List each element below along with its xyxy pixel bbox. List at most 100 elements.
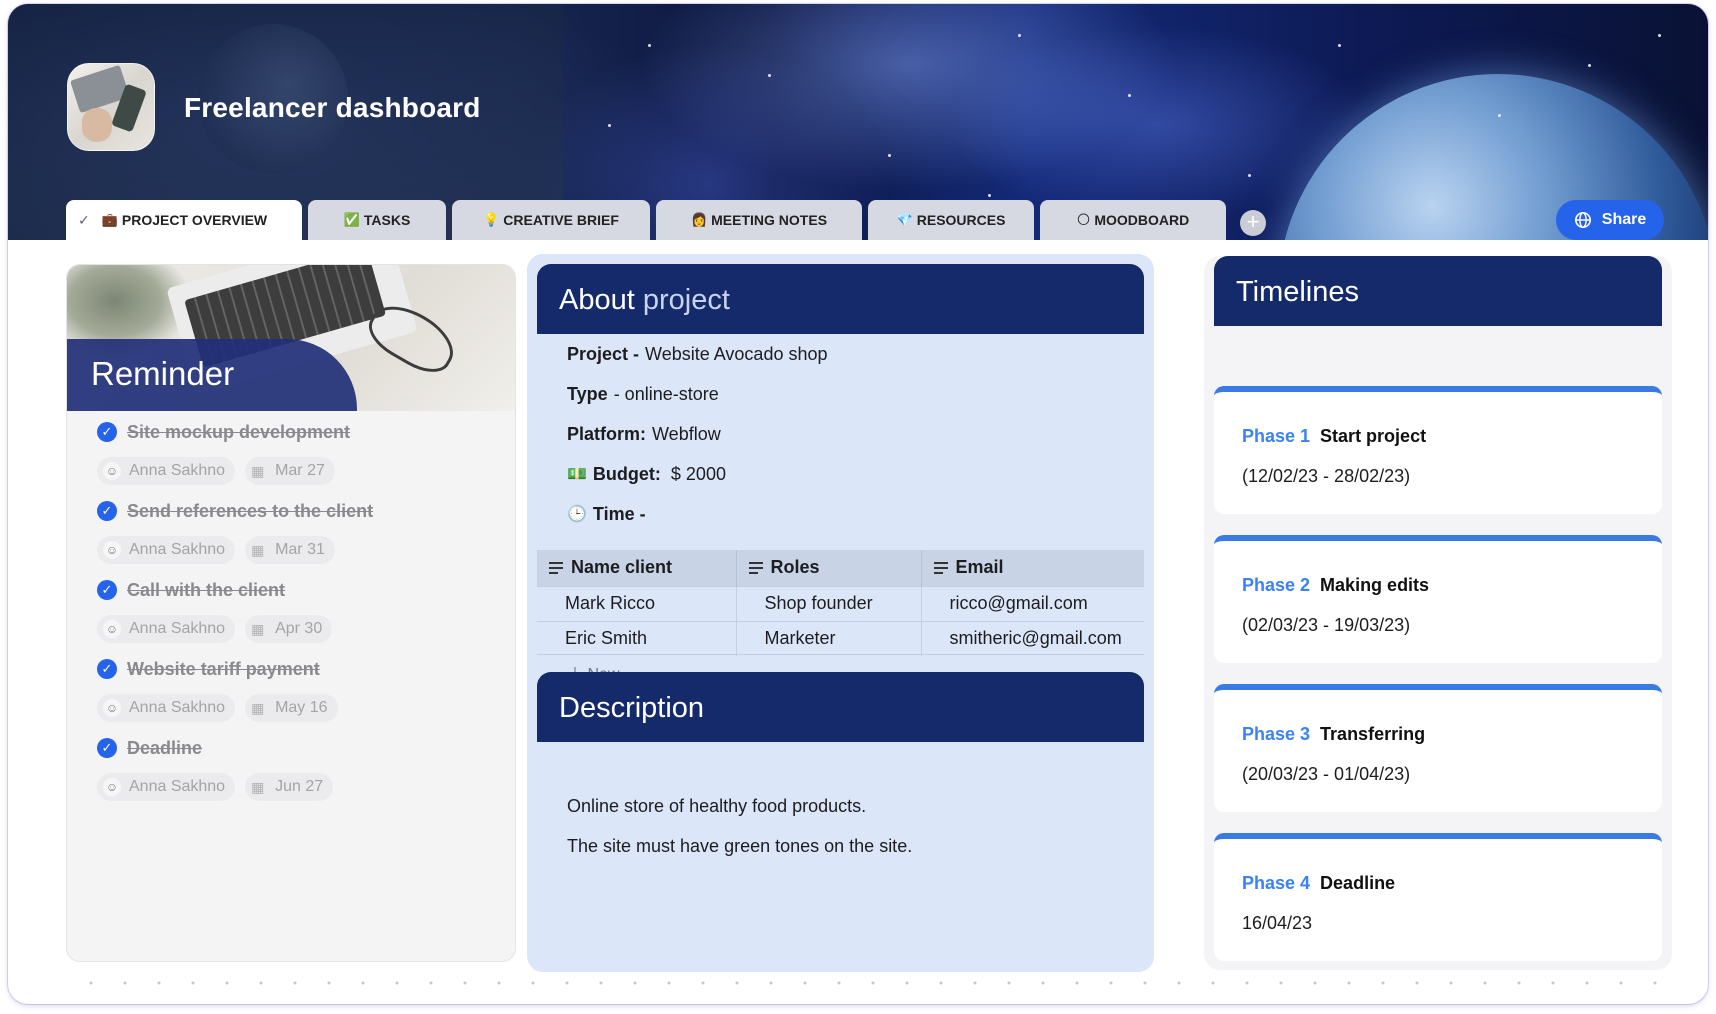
assignee-chip[interactable]: ☺ Anna Sakhno: [97, 773, 236, 801]
calendar-icon: ▦: [251, 779, 265, 795]
field-platform: Platform: Webflow: [567, 414, 828, 454]
avatar: ☺: [103, 778, 121, 796]
phase-card[interactable]: Phase 4 Deadline 16/04/23: [1214, 833, 1662, 961]
date-chip[interactable]: ▦ Jun 27: [245, 773, 334, 801]
field-project: Project - Website Avocado shop: [567, 334, 828, 374]
phase-dates: (12/02/23 - 28/02/23): [1242, 466, 1411, 486]
timelines-panel: Timelines Phase 1 Start project (12/02/2…: [1204, 256, 1672, 970]
assignee-name: Anna Sakhno: [129, 778, 226, 795]
table-cell[interactable]: Eric Smith: [537, 620, 737, 656]
check-icon: ✓: [78, 211, 90, 228]
checkbox-icon: ✅: [343, 212, 360, 227]
clock-icon: 🕒: [567, 506, 587, 523]
reminder-item-title: Call with the client: [127, 579, 286, 600]
project-fields: Project - Website Avocado shop Type - on…: [567, 334, 828, 534]
due-date: Mar 31: [275, 541, 325, 558]
description-text: Online store of healthy food products. T…: [567, 786, 912, 866]
phase-card[interactable]: Phase 3 Transferring (20/03/23 - 01/04/2…: [1214, 684, 1662, 812]
reminder-item-title: Site mockup development: [127, 421, 351, 442]
text-field-icon: [748, 562, 763, 577]
add-tab-icon[interactable]: +: [1240, 210, 1266, 236]
checked-icon[interactable]: ✓: [97, 580, 117, 600]
reminder-item[interactable]: ✓ Deadline ☺ Anna Sakhno ▦ Jun 27: [97, 733, 507, 812]
tab-label: MOODBOARD: [1094, 212, 1190, 228]
field-type: Type - online-store: [567, 374, 828, 414]
tab-resources[interactable]: 💎 RESOURCES: [868, 200, 1034, 240]
checked-icon[interactable]: ✓: [97, 738, 117, 758]
checked-icon[interactable]: ✓: [97, 422, 117, 442]
section-title: Description: [559, 692, 705, 724]
tab-moodboard[interactable]: 🌕 MOODBOARD: [1040, 200, 1226, 240]
calendar-icon: ▦: [251, 621, 265, 637]
field-value: Website Avocado shop: [645, 343, 828, 364]
tab-creative-brief[interactable]: 💡 CREATIVE BRIEF: [452, 200, 650, 240]
table-row[interactable]: Mark Ricco Shop founder ricco@gmail.com: [537, 585, 1144, 621]
table-cell[interactable]: ricco@gmail.com: [921, 585, 1144, 621]
money-icon: 💵: [567, 466, 587, 483]
table-cell[interactable]: Marketer: [736, 620, 922, 656]
tab-tasks[interactable]: ✅ TASKS: [308, 200, 446, 240]
due-date: Apr 30: [275, 620, 323, 637]
column-header-label: Email: [955, 557, 1004, 578]
phase-dates: (20/03/23 - 01/04/23): [1242, 764, 1411, 784]
date-chip[interactable]: ▦ Mar 31: [245, 536, 335, 564]
assignee-name: Anna Sakhno: [129, 462, 226, 479]
phase-label: Phase 4: [1242, 873, 1311, 893]
gem-icon: 💎: [896, 212, 913, 227]
share-button[interactable]: Share: [1556, 200, 1664, 240]
reminder-item[interactable]: ✓ Website tariff payment ☺ Anna Sakhno ▦ M…: [97, 654, 507, 733]
assignee-chip[interactable]: ☺ Anna Sakhno: [97, 615, 236, 643]
assignee-chip[interactable]: ☺ Anna Sakhno: [97, 694, 236, 722]
field-label: Budget:: [592, 463, 661, 484]
phase-name: Deadline: [1320, 873, 1396, 893]
tab-meeting-notes[interactable]: 👩 MEETING NOTES: [656, 200, 862, 240]
date-chip[interactable]: ▦ Apr 30: [245, 615, 333, 643]
column-header-roles[interactable]: Roles: [736, 550, 922, 586]
description-header: Description: [537, 672, 1144, 742]
calendar-icon: ▦: [251, 463, 265, 479]
avatar: ☺: [103, 462, 121, 480]
reminder-item-title: Deadline: [127, 737, 203, 758]
field-value: - online-store: [613, 383, 719, 404]
reminder-title: Reminder: [67, 339, 357, 411]
assignee-chip[interactable]: ☺ Anna Sakhno: [97, 536, 236, 564]
reminder-item-title: Website tariff payment: [127, 658, 320, 679]
table-cell[interactable]: smitheric@gmail.com: [921, 620, 1144, 656]
reminder-item[interactable]: ✓ Send references to the client ☺ Anna Sa…: [97, 496, 507, 575]
tab-bar: ✓ 💼 PROJECT OVERVIEW ✅ TASKS 💡 CREATIVE …: [66, 200, 1266, 240]
column-header-email[interactable]: Email: [921, 550, 1144, 586]
text-field-icon: [549, 562, 563, 577]
assignee-name: Anna Sakhno: [129, 541, 226, 558]
field-label: Platform:: [567, 423, 647, 444]
date-chip[interactable]: ▦ May 16: [245, 694, 338, 722]
assignee-chip[interactable]: ☺ Anna Sakhno: [97, 457, 236, 485]
workspace-icon[interactable]: [67, 63, 155, 151]
reminder-item[interactable]: ✓ Call with the client ☺ Anna Sakhno ▦ Apr…: [97, 575, 507, 654]
column-header-name[interactable]: Name client: [537, 550, 737, 586]
field-time: 🕒 Time -: [567, 494, 828, 534]
reminder-item[interactable]: ✓ Site mockup development ☺ Anna Sakhno ▦…: [97, 417, 507, 496]
checked-icon[interactable]: ✓: [97, 659, 117, 679]
reminder-cover: Reminder: [67, 265, 515, 411]
phase-dates: (02/03/23 - 19/03/23): [1242, 615, 1411, 635]
moon-icon: 🌕: [1076, 212, 1091, 227]
section-title-light: project: [642, 284, 730, 316]
page-title: Freelancer dashboard: [184, 92, 481, 123]
tab-project-overview[interactable]: ✓ 💼 PROJECT OVERVIEW: [66, 200, 302, 240]
phase-name: Start project: [1320, 426, 1427, 446]
phase-card[interactable]: Phase 2 Making edits (02/03/23 - 19/03/2…: [1214, 535, 1662, 663]
table-cell[interactable]: Shop founder: [736, 585, 922, 621]
table-row[interactable]: Eric Smith Marketer smitheric@gmail.com: [537, 620, 1144, 656]
table-cell[interactable]: Mark Ricco: [537, 585, 737, 621]
calendar-icon: ▦: [251, 700, 265, 716]
person-icon: 👩: [690, 212, 708, 227]
calendar-icon: ▦: [251, 542, 265, 558]
avatar: ☺: [103, 541, 121, 559]
date-chip[interactable]: ▦ Mar 27: [245, 457, 335, 485]
assignee-name: Anna Sakhno: [129, 699, 226, 716]
dotted-divider: [74, 980, 1664, 986]
phase-card[interactable]: Phase 1 Start project (12/02/23 - 28/02/…: [1214, 386, 1662, 514]
about-project-header: About project: [537, 264, 1144, 334]
checked-icon[interactable]: ✓: [97, 501, 117, 521]
column-header-label: Name client: [571, 557, 673, 578]
